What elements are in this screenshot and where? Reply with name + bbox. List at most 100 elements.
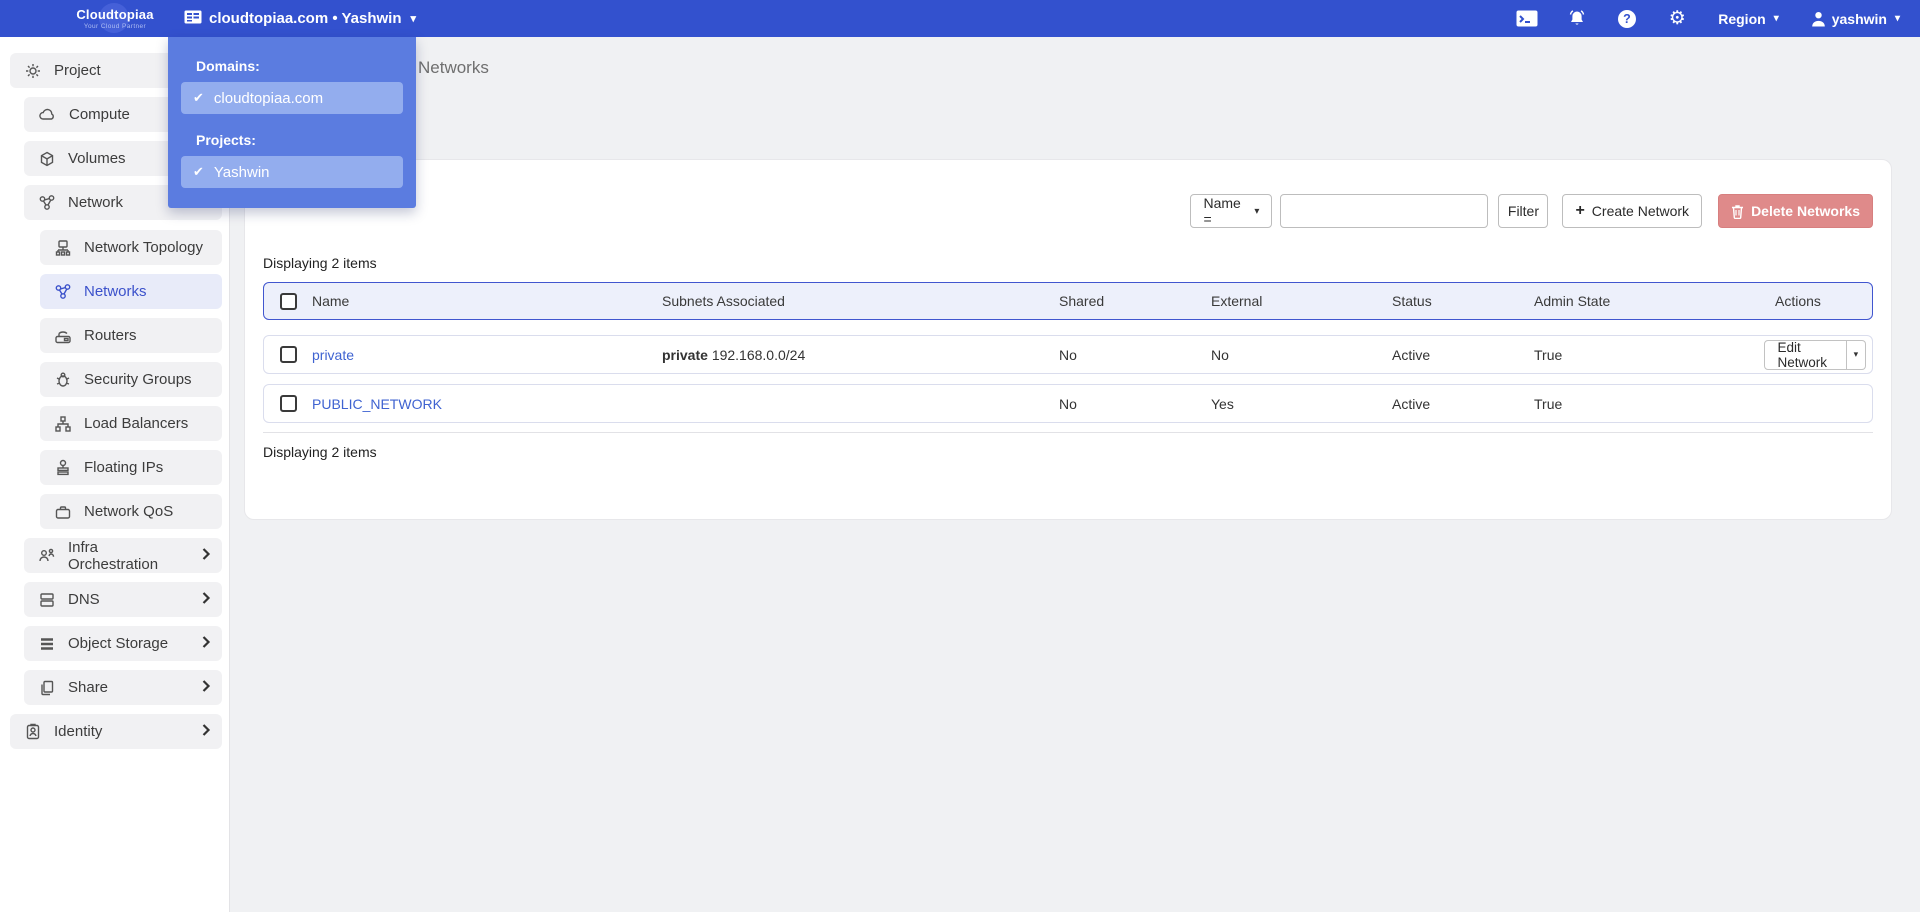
sidebar-item-network-qos[interactable]: Network QoS [40, 494, 222, 529]
network-link-public[interactable]: PUBLIC_NETWORK [312, 396, 442, 412]
filter-button[interactable]: Filter [1498, 194, 1549, 228]
sidebar-item-floating-ips[interactable]: Floating IPs [40, 450, 222, 485]
sidebar-item-label: Infra Orchestration [68, 538, 159, 573]
external-cell: No [1211, 346, 1229, 363]
network-link-private[interactable]: private [312, 347, 354, 363]
orchestration-icon [39, 548, 55, 561]
external-cell: Yes [1211, 395, 1234, 412]
help-button[interactable]: ? [1602, 0, 1652, 37]
chevron-down-icon: ▾ [1773, 13, 1779, 24]
svg-text:?: ? [1623, 12, 1631, 26]
sidebar-item-label: Identity [54, 723, 103, 740]
sidebar-item-networks[interactable]: Networks [40, 274, 222, 309]
subnet-name: private [662, 346, 708, 363]
item-count-top: Displaying 2 items [263, 255, 377, 271]
terminal-icon [1516, 10, 1538, 27]
top-navigation-bar: Cloudtopiaa Your Cloud Partner cloudtopi… [0, 0, 1920, 37]
project-option-label: Yashwin [213, 163, 270, 181]
cube-icon [40, 151, 54, 166]
domain-option-label: cloudtopiaa.com [213, 89, 324, 107]
share-icon [41, 680, 54, 695]
console-button[interactable] [1502, 0, 1552, 37]
sidebar-item-object-storage[interactable]: Object Storage [24, 626, 222, 661]
topology-icon [55, 239, 71, 256]
chevron-right-icon [200, 679, 212, 697]
dns-icon [40, 592, 54, 607]
projects-heading: Projects: [196, 132, 256, 148]
region-dropdown[interactable]: Region ▾ [1702, 0, 1794, 37]
actions-cell: Edit Network ▾ [1764, 339, 1872, 370]
table-row-public-network: PUBLIC_NETWORK No Yes Active True [263, 384, 1873, 423]
status-cell: Active [1392, 395, 1431, 412]
sidebar-item-label: Project [54, 62, 101, 79]
status-cell: Active [1392, 346, 1431, 363]
create-network-button[interactable]: + Create Network [1562, 194, 1703, 228]
sidebar-item-infra-orchestration[interactable]: Infra Orchestration [24, 538, 222, 573]
chevron-right-icon [200, 635, 212, 653]
sidebar-item-load-balancers[interactable]: Load Balancers [40, 406, 222, 441]
router-icon [55, 330, 71, 343]
row-checkbox[interactable] [280, 346, 297, 363]
chevron-right-icon [200, 591, 212, 609]
sidebar-item-network-topology[interactable]: Network Topology [40, 230, 222, 265]
project-icon [26, 63, 40, 78]
column-header-status: Status [1392, 293, 1432, 309]
settings-button[interactable]: ⚙ [1652, 0, 1702, 37]
filter-field-label: Name = [1203, 195, 1241, 227]
column-header-external: External [1211, 293, 1263, 309]
filter-field-dropdown[interactable]: Name = ▾ [1190, 194, 1273, 228]
domain-option-cloudtopiaa[interactable]: ✔ cloudtopiaa.com [181, 82, 403, 114]
security-groups-icon [56, 372, 70, 387]
delete-networks-label: Delete Networks [1751, 203, 1860, 219]
chevron-right-icon [200, 723, 212, 741]
table-row-private: private private 192.168.0.0/24 No No Act… [263, 335, 1873, 374]
sidebar-item-label: DNS [68, 591, 100, 608]
briefcase-icon [55, 505, 71, 519]
project-option-yashwin[interactable]: ✔ Yashwin [181, 156, 403, 188]
sidebar-item-label: Load Balancers [84, 415, 189, 432]
sidebar-item-security-groups[interactable]: Security Groups [40, 362, 222, 397]
brand-logo[interactable]: Cloudtopiaa Your Cloud Partner [0, 0, 230, 37]
admin-state-cell: True [1534, 395, 1563, 412]
subnet-cidr: 192.168.0.0/24 [711, 346, 806, 363]
filter-button-label: Filter [1507, 203, 1540, 219]
trash-icon [1732, 204, 1744, 219]
question-circle-icon: ? [1618, 9, 1637, 28]
check-icon: ✔ [193, 90, 204, 105]
user-menu[interactable]: yashwin ▾ [1795, 0, 1920, 37]
edit-network-button[interactable]: Edit Network [1764, 339, 1847, 370]
sidebar-item-label: Volumes [68, 150, 126, 167]
networks-icon [55, 283, 71, 299]
sidebar-item-share[interactable]: Share [24, 670, 222, 705]
sidebar-item-identity[interactable]: Identity [10, 714, 222, 749]
chevron-down-icon: ▾ [410, 13, 417, 25]
chevron-right-icon [200, 547, 212, 565]
floating-ip-icon [57, 459, 69, 475]
table-toolbar: Name = ▾ Filter + Create Network Delete … [263, 194, 1873, 228]
table-footer-divider [263, 432, 1873, 433]
select-all-checkbox[interactable] [280, 292, 297, 310]
context-dropdown-panel: Domains: ✔ cloudtopiaa.com Projects: ✔ Y… [168, 37, 416, 208]
column-header-admin-state: Admin State [1534, 293, 1611, 309]
column-header-name: Name [312, 293, 350, 309]
row-checkbox[interactable] [280, 395, 297, 412]
delete-networks-button[interactable]: Delete Networks [1718, 194, 1873, 228]
user-name-label: yashwin [1831, 10, 1887, 27]
brand-name: Cloudtopiaa [76, 7, 154, 22]
column-header-actions: Actions [1775, 293, 1821, 309]
gear-icon: ⚙ [1668, 8, 1686, 29]
column-header-shared: Shared [1059, 293, 1105, 309]
subnets-cell: private 192.168.0.0/24 [662, 347, 1059, 363]
check-icon: ✔ [193, 164, 204, 179]
notifications-button[interactable] [1552, 0, 1602, 37]
sidebar-item-label: Network [68, 194, 124, 211]
edit-network-dropdown-toggle[interactable]: ▾ [1846, 339, 1866, 370]
identity-icon [26, 723, 40, 739]
sidebar-item-label: Floating IPs [84, 459, 164, 476]
object-storage-icon [41, 637, 53, 650]
sidebar-item-label: Compute [69, 106, 130, 123]
sidebar-item-routers[interactable]: Routers [40, 318, 222, 353]
sidebar-item-dns[interactable]: DNS [24, 582, 222, 617]
sidebar-item-label: Network QoS [84, 503, 174, 520]
filter-input[interactable] [1280, 194, 1489, 228]
